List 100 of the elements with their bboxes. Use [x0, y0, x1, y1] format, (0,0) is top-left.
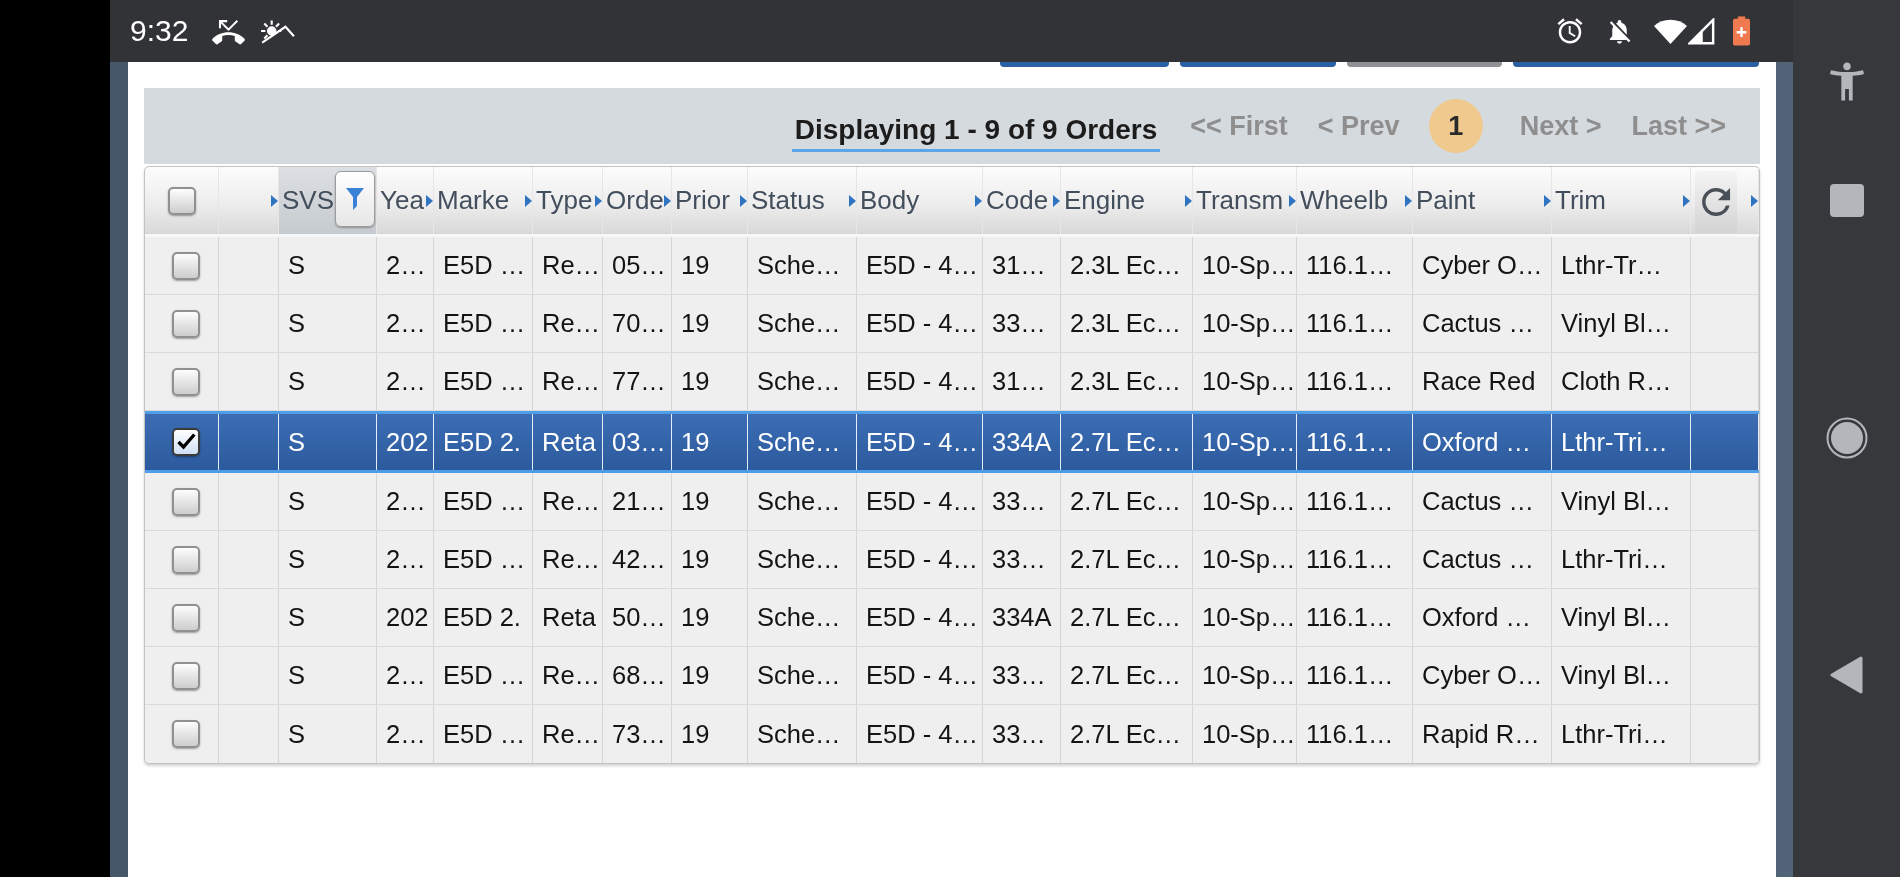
table-cell: 05…	[603, 237, 672, 294]
table-row[interactable]: S 2… E5D … Re… 70… 19 Sche… E5D - 4… 33… 2.3L Ec… 10-Sp… 116.1… Cactus … Vinyl Bl…	[145, 295, 1759, 353]
table-cell: 2.7L Ec…	[1061, 531, 1193, 588]
column-header[interactable]: Orde	[603, 167, 672, 234]
table-cell: 70…	[603, 295, 672, 352]
table-cell: Cactus …	[1413, 531, 1552, 588]
signal-icon	[1688, 17, 1715, 45]
checkmark-icon	[176, 432, 196, 452]
row-checkbox[interactable]	[172, 545, 200, 574]
column-header[interactable]: Wheelb	[1297, 167, 1413, 234]
column-header[interactable]: Status	[748, 167, 857, 234]
table-row[interactable]: S 202 E5D 2. Reta 50… 19 Sche… E5D - 4… 334A 2.7L Ec… 10-Sp… 116.1… Oxford … Vinyl Bl…	[145, 589, 1759, 647]
sort-arrow-icon[interactable]	[595, 194, 602, 207]
table-cell: E5D …	[434, 531, 533, 588]
sort-arrow-icon[interactable]	[1683, 194, 1690, 207]
table-cell: E5D …	[434, 705, 533, 763]
column-header[interactable]: Yea	[377, 167, 434, 234]
table-cell: Rapid R…	[1413, 705, 1552, 763]
table-cell: 116.1…	[1297, 295, 1413, 352]
table-row[interactable]: S 2… E5D … Re… 42… 19 Sche… E5D - 4… 33… 2.7L Ec… 10-Sp… 116.1… Cactus … Lthr-Tri…	[145, 531, 1759, 589]
table-cell: Vinyl Bl…	[1552, 647, 1691, 704]
table-row[interactable]: S 202 E5D 2. Reta 03… 19 Sche… E5D - 4… 334A 2.7L Ec… 10-Sp… 116.1… Oxford … Lthr-Tri…	[145, 411, 1759, 473]
table-cell: 19	[672, 589, 748, 646]
table-cell: 116.1…	[1297, 589, 1413, 646]
sort-arrow-icon[interactable]	[1053, 194, 1060, 207]
sort-arrow-icon[interactable]	[740, 194, 747, 207]
column-header[interactable]: Paint	[1413, 167, 1552, 234]
table-row[interactable]: S 2… E5D … Re… 68… 19 Sche… E5D - 4… 33… 2.7L Ec… 10-Sp… 116.1… Cyber O… Vinyl Bl…	[145, 647, 1759, 705]
table-cell: 33…	[983, 295, 1061, 352]
sort-arrow-icon[interactable]	[1185, 194, 1192, 207]
table-cell: 2…	[377, 705, 434, 763]
table-cell: 19	[672, 414, 748, 470]
filter-icon	[346, 188, 364, 210]
table-cell: Re…	[533, 531, 603, 588]
table-cell: 03…	[603, 414, 672, 470]
column-header[interactable]: Type	[533, 167, 603, 234]
row-checkbox[interactable]	[172, 428, 200, 456]
sort-arrow-icon[interactable]	[1544, 194, 1551, 207]
recents-icon[interactable]	[1829, 184, 1864, 217]
sort-arrow-icon[interactable]	[525, 194, 532, 207]
row-checkbox[interactable]	[172, 603, 200, 632]
table-row[interactable]: S 2… E5D … Re… 21… 19 Sche… E5D - 4… 33… 2.7L Ec… 10-Sp… 116.1… Cactus … Vinyl Bl…	[145, 473, 1759, 531]
table-cell: Cloth R…	[1552, 353, 1691, 410]
table-cell: 2…	[377, 237, 434, 294]
row-checkbox[interactable]	[172, 720, 200, 748]
table-cell: 68…	[603, 647, 672, 704]
row-checkbox[interactable]	[172, 487, 200, 516]
refresh-button[interactable]	[1695, 171, 1737, 233]
table-row[interactable]: S 2… E5D … Re… 77… 19 Sche… E5D - 4… 31… 2.3L Ec… 10-Sp… 116.1… Race Red Cloth R…	[145, 353, 1759, 411]
row-checkbox[interactable]	[172, 251, 200, 280]
table-cell: Sche…	[748, 531, 857, 588]
sort-arrow-icon[interactable]	[975, 194, 982, 207]
home-icon[interactable]	[1825, 417, 1868, 459]
table-row[interactable]: S 2… E5D … Re… 05… 19 Sche… E5D - 4… 31… 2.3L Ec… 10-Sp… 116.1… Cyber O… Lthr-Tr…	[145, 237, 1759, 295]
column-header[interactable]: Trim	[1552, 167, 1691, 234]
table-cell: 334A	[983, 589, 1061, 646]
table-cell: Lthr-Tri…	[1552, 705, 1691, 763]
table-cell: E5D …	[434, 237, 533, 294]
table-cell: Lthr-Tri…	[1552, 414, 1691, 470]
table-cell: 10-Sp…	[1193, 295, 1297, 352]
row-checkbox[interactable]	[172, 309, 200, 338]
column-header[interactable]: SVS	[279, 167, 377, 234]
row-checkbox[interactable]	[172, 367, 200, 396]
table-cell: 116.1…	[1297, 473, 1413, 530]
column-header[interactable]: Body	[857, 167, 983, 234]
table-cell: Sche…	[748, 647, 857, 704]
sort-arrow-icon[interactable]	[271, 194, 278, 207]
sort-arrow-icon[interactable]	[664, 194, 671, 207]
table-cell: 31…	[983, 237, 1061, 294]
column-header[interactable]: Prior	[672, 167, 748, 234]
table-cell: 116.1…	[1297, 647, 1413, 704]
accessibility-icon[interactable]	[1829, 60, 1864, 103]
table-cell: 116.1…	[1297, 237, 1413, 294]
table-cell: 33…	[983, 705, 1061, 763]
sort-arrow-icon[interactable]	[849, 194, 856, 207]
table-cell: 10-Sp…	[1193, 414, 1297, 470]
select-all-checkbox[interactable]	[167, 186, 196, 215]
column-header[interactable]: Marke	[434, 167, 533, 234]
filter-button[interactable]	[335, 171, 375, 227]
back-icon[interactable]	[1830, 656, 1863, 694]
table-cell: Vinyl Bl…	[1552, 589, 1691, 646]
column-header[interactable]: Transm	[1193, 167, 1297, 234]
table-cell: S	[279, 295, 377, 352]
sort-arrow-icon[interactable]	[426, 194, 433, 207]
table-cell: 33…	[983, 473, 1061, 530]
sort-arrow-icon[interactable]	[1405, 194, 1412, 207]
sort-arrow-icon[interactable]	[1289, 194, 1296, 207]
column-header[interactable]: Engine	[1061, 167, 1193, 234]
table-cell: 116.1…	[1297, 353, 1413, 410]
table-cell: 33…	[983, 647, 1061, 704]
table-cell: 42…	[603, 531, 672, 588]
column-header[interactable]: Code	[983, 167, 1061, 234]
row-checkbox[interactable]	[172, 661, 200, 690]
refresh-icon	[1701, 188, 1731, 216]
table-cell: Race Red	[1413, 353, 1552, 410]
table-cell: S	[279, 647, 377, 704]
table-cell: Lthr-Tri…	[1552, 531, 1691, 588]
sort-arrow-icon[interactable]	[1751, 194, 1758, 207]
table-row[interactable]: S 2… E5D … Re… 73… 19 Sche… E5D - 4… 33… 2.7L Ec… 10-Sp… 116.1… Rapid R… Lthr-Tri…	[145, 705, 1759, 763]
page-number-button[interactable]: 1	[1428, 99, 1483, 153]
